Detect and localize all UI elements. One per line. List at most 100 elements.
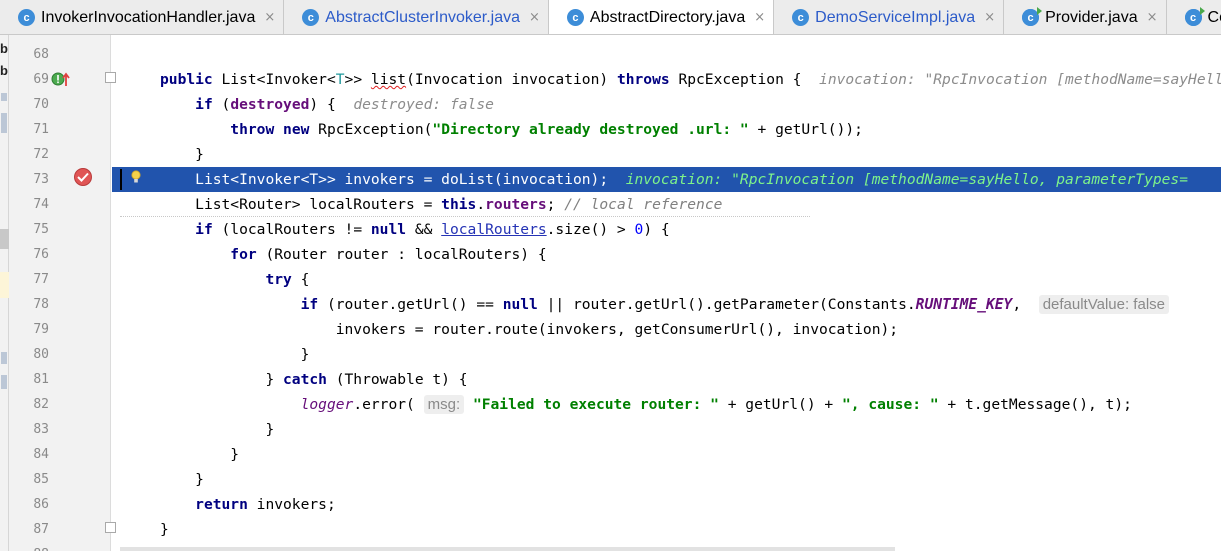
tab-label: AbstractDirectory.java [589, 8, 746, 26]
code-line[interactable]: } catch (Throwable t) { [112, 367, 1221, 392]
code-text: } [195, 146, 204, 163]
code-text: List<Invoker< [221, 71, 336, 88]
code-line[interactable]: } [112, 467, 1221, 492]
code-text: List<Invoker<T>> invokers = doList(invoc… [195, 171, 609, 188]
line-number: 83 [33, 422, 49, 437]
keyword: for [230, 246, 257, 263]
line-number: 79 [33, 322, 49, 337]
code-line[interactable]: List<Router> localRouters = this.routers… [112, 192, 1221, 217]
line-number: 78 [33, 297, 49, 312]
close-tab-icon[interactable]: × [754, 10, 765, 25]
strip-tool-button[interactable] [1, 93, 7, 101]
tab-label: DemoServiceImpl.java [815, 8, 976, 26]
keyword: if [195, 221, 213, 238]
code-line[interactable]: for (Router router : localRouters) { [112, 242, 1221, 267]
tab-provider[interactable]: c Provider.java × [1004, 0, 1167, 34]
keyword: if [300, 296, 319, 313]
code-text: } [300, 346, 310, 363]
code-text: List<Router> localRouters = [195, 196, 442, 213]
code-text: (Router router : localRouters) { [256, 246, 547, 263]
method-name: list [370, 71, 407, 88]
horizontal-scrollbar[interactable] [120, 547, 895, 551]
code-text: .size() > [546, 221, 635, 238]
line-number: 86 [33, 497, 49, 512]
code-text: ) { [643, 221, 670, 238]
text-caret [120, 169, 122, 190]
line-number: 88 [9, 542, 49, 551]
type-parameter: T [335, 71, 345, 88]
strip-tool-button[interactable] [1, 375, 7, 389]
strip-tool-button[interactable] [0, 229, 9, 249]
tab-label: AbstractClusterInvoker.java [325, 8, 521, 26]
code-text: (Invocation invocation) [406, 71, 617, 88]
editor-gutter[interactable]: 68 69 70 71 72 73 74 75 76 77 78 79 80 8… [9, 35, 116, 551]
close-tab-icon[interactable]: × [529, 10, 540, 25]
code-editor[interactable]: public List<Invoker<T>> list(Invocation … [112, 35, 1221, 551]
code-comment: // local reference [564, 196, 723, 213]
tab-consumer[interactable]: cConsumer.java× [1166, 0, 1221, 34]
close-tab-icon[interactable]: × [1147, 10, 1158, 25]
lightbulb-icon[interactable] [131, 170, 141, 184]
code-text: ; [546, 196, 556, 213]
code-line[interactable] [112, 42, 1221, 67]
code-text: .error( [353, 396, 415, 413]
code-text: + getUrl()); [748, 121, 863, 138]
code-text: || router.getUrl().getParameter(Constant… [537, 296, 916, 313]
code-line[interactable]: } [112, 442, 1221, 467]
code-text: + t.getMessage(), t); [938, 396, 1132, 413]
line-number: 87 [33, 522, 49, 537]
field-reference: destroyed [230, 96, 310, 113]
line-number: 76 [33, 247, 49, 262]
code-line-current[interactable]: List<Invoker<T>> invokers = doList(invoc… [112, 167, 1221, 192]
tab-abstract-cluster-invoker[interactable]: c AbstractClusterInvoker.java × [284, 0, 549, 34]
static-field-reference: RUNTIME_KEY [915, 296, 1013, 313]
field-reference: routers [485, 196, 547, 213]
code-line[interactable]: logger.error( msg: "Failed to execute ro… [112, 392, 1221, 417]
strip-tool-button[interactable] [1, 352, 7, 364]
strip-highlight [0, 272, 9, 298]
field-reference: logger [300, 396, 354, 413]
debug-inline-value: destroyed: false [353, 96, 494, 113]
code-line[interactable]: throw new RpcException("Directory alread… [112, 117, 1221, 142]
line-number: 85 [33, 472, 49, 487]
tab-label: InvokerInvocationHandler.java [41, 8, 256, 26]
java-class-icon: c [18, 9, 35, 26]
close-tab-icon[interactable]: × [264, 10, 275, 25]
tab-invoker-invocation-handler[interactable]: c InvokerInvocationHandler.java × [0, 0, 285, 34]
code-text: { [291, 271, 310, 288]
parameter-name-hint: defaultValue: false [1038, 295, 1169, 314]
code-line[interactable]: } [112, 142, 1221, 167]
code-text: invokers = router.route(invokers, getCon… [335, 321, 899, 338]
keyword: null [370, 221, 407, 238]
code-text: (Throwable t) { [326, 371, 468, 388]
code-text: && [406, 221, 442, 238]
strip-tool-button[interactable] [1, 113, 7, 133]
code-text: ) { [309, 96, 336, 113]
code-line[interactable]: if (destroyed) { destroyed: false [112, 92, 1221, 117]
tab-demo-service-impl[interactable]: c DemoServiceImpl.java × [774, 0, 1005, 34]
implements-override-icon[interactable] [51, 70, 71, 88]
code-line[interactable]: public List<Invoker<T>> list(Invocation … [112, 67, 1221, 92]
line-number: 69 [33, 72, 49, 87]
tab-abstract-directory[interactable]: c AbstractDirectory.java × [548, 0, 775, 34]
line-number: 68 [33, 47, 49, 62]
code-line[interactable]: } [112, 517, 1221, 542]
code-text: RpcException { [669, 71, 802, 88]
code-line[interactable]: if (localRouters != null && localRouters… [112, 217, 1221, 242]
code-line[interactable]: if (router.getUrl() == null || router.ge… [112, 292, 1221, 317]
code-line[interactable]: try { [112, 267, 1221, 292]
line-number: 70 [33, 97, 49, 112]
debug-inline-value: invocation: "RpcInvocation [methodName=s… [625, 171, 1189, 188]
number-literal: 0 [634, 221, 644, 238]
keyword: public [160, 71, 213, 88]
code-text: } [160, 521, 169, 538]
close-tab-icon[interactable]: × [984, 10, 995, 25]
code-line[interactable]: return invokers; [112, 492, 1221, 517]
breakpoint-icon[interactable] [74, 168, 92, 186]
code-line[interactable]: invokers = router.route(invokers, getCon… [112, 317, 1221, 342]
code-line[interactable]: } [112, 342, 1221, 367]
code-text: , [1012, 296, 1030, 313]
code-line[interactable]: } [112, 417, 1221, 442]
variable-link[interactable]: localRouters [441, 221, 546, 238]
line-number: 80 [33, 347, 49, 362]
